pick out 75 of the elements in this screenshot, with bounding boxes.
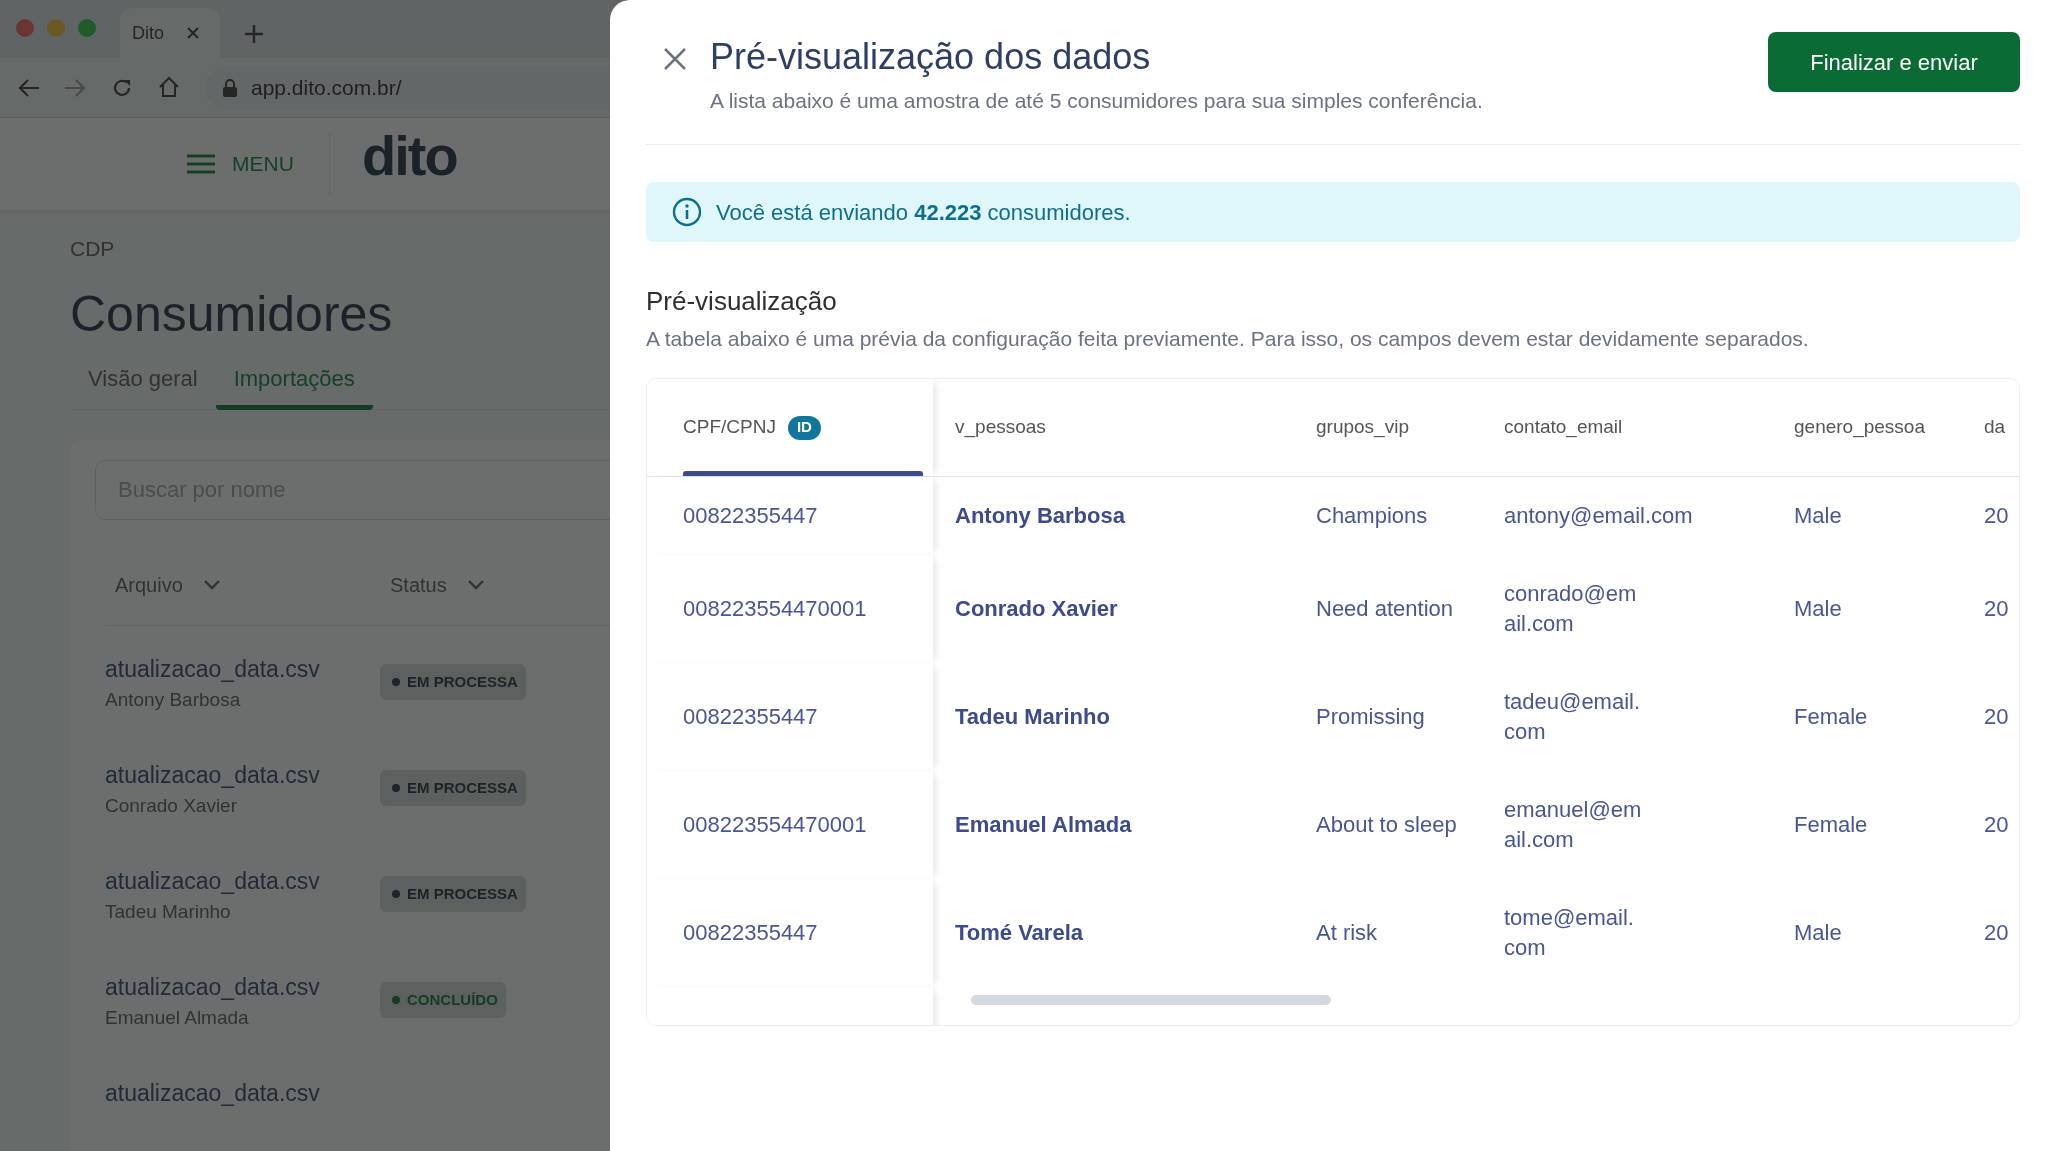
table-cell-text: Promissing <box>1316 703 1425 731</box>
table-cell-text: 00822355447 <box>683 703 818 731</box>
column-header[interactable]: Status <box>390 570 485 600</box>
table-cell-text: tadeu@email. com <box>1504 688 1641 746</box>
close-icon[interactable] <box>186 26 200 40</box>
dito-logo[interactable]: dito <box>362 128 457 184</box>
forward-icon[interactable] <box>64 78 86 98</box>
column-header[interactable]: v_pessoas <box>955 413 1046 442</box>
uploader-name: Conrado Xavier <box>105 794 238 818</box>
info-icon <box>672 197 702 227</box>
table-cell-text: 20 <box>1984 502 2009 530</box>
plus-icon[interactable] <box>244 24 264 44</box>
banner-text: Você está enviando 42.223 consumidores. <box>716 198 1131 227</box>
table-cell-text: 20 <box>1984 919 2009 947</box>
table-cell-text: Female <box>1794 703 1868 731</box>
column-header[interactable]: genero_pessoa <box>1794 413 1925 442</box>
url-text: app.dito.com.br/ <box>251 75 402 102</box>
browser-tab[interactable]: Dito <box>120 8 220 58</box>
back-icon[interactable] <box>18 78 40 98</box>
table-cell-text: Male <box>1794 919 1842 947</box>
table-cell-text: Female <box>1794 811 1868 839</box>
table-cell-text: conrado@em ail.com <box>1504 580 1637 638</box>
drawer-title: Pré-visualização dos dados <box>710 35 1152 79</box>
drawer-subtitle: A lista abaixo é uma amostra de até 5 consumidores para sua simples conferência. <box>710 88 1484 114</box>
file-name[interactable]: atualizacao_data.csv <box>105 1076 320 1111</box>
id-badge: ID <box>787 415 821 440</box>
file-name[interactable]: atualizacao_data.csv <box>105 652 320 687</box>
lock-icon <box>223 79 237 97</box>
menu-icon <box>187 152 215 175</box>
finish-and-send-button[interactable]: Finalizar e enviar <box>1768 32 2020 92</box>
file-name[interactable]: atualizacao_data.csv <box>105 758 320 793</box>
tab-title: Dito <box>132 21 164 45</box>
table-cell-text: About to sleep <box>1316 811 1457 839</box>
table-cell-text: 008223554470001 <box>683 811 867 839</box>
table-cell-text: Male <box>1794 502 1842 530</box>
file-name[interactable]: atualizacao_data.csv <box>105 970 320 1005</box>
table-cell-text: Male <box>1794 595 1842 623</box>
table-cell-text: 20 <box>1984 811 2009 839</box>
table-cell-text: antony@email.com <box>1504 502 1693 530</box>
table-cell-text: Tomé Varela <box>955 919 1083 947</box>
section-title: Pré-visualização <box>646 285 838 318</box>
menu-button[interactable]: MENU <box>187 148 294 180</box>
column-header[interactable]: contato_email <box>1504 413 1623 442</box>
table-cell-text: At risk <box>1316 919 1378 947</box>
table-cell-text: Champions <box>1316 502 1428 530</box>
column-header[interactable]: da <box>1984 413 2006 442</box>
section-description: A tabela abaixo é uma prévia da configuração feita previamente. Para isso, os campos devem estar devidamente separados. <box>646 326 1810 352</box>
table-cell-text: Antony Barbosa <box>955 502 1125 530</box>
column-header[interactable]: CPF/CPNJ <box>683 413 776 442</box>
uploader-name: Antony Barbosa <box>105 688 241 712</box>
table-cell-text: 20 <box>1984 595 2009 623</box>
uploader-name: Tadeu Marinho <box>105 900 231 924</box>
table-cell-text: 008223554470001 <box>683 595 867 623</box>
table-cell-text: 20 <box>1984 703 2009 731</box>
table-cell-text: Emanuel Almada <box>955 811 1132 839</box>
table-cell-text: Conrado Xavier <box>955 595 1118 623</box>
page-title: Consumidores <box>70 285 394 344</box>
close-icon[interactable] <box>663 47 687 71</box>
uploader-name: Emanuel Almada <box>105 1006 249 1030</box>
table-cell-text: tome@email. com <box>1504 904 1634 962</box>
horizontal-scrollbar[interactable] <box>971 995 1331 1005</box>
file-name[interactable]: atualizacao_data.csv <box>105 864 320 899</box>
page-tab[interactable]: Visão geral <box>70 362 216 410</box>
table-cell-text: 00822355447 <box>683 919 818 947</box>
table-cell-text: emanuel@em ail.com <box>1504 796 1642 854</box>
column-header[interactable]: grupos_vip <box>1316 413 1409 442</box>
home-icon[interactable] <box>158 76 180 98</box>
reload-icon[interactable] <box>111 77 133 99</box>
table-cell-text: 00822355447 <box>683 502 818 530</box>
page-tab[interactable]: Importações <box>215 362 373 410</box>
chevron-down-icon <box>202 579 221 591</box>
table-cell-text: Tadeu Marinho <box>955 703 1110 731</box>
table-cell-text: Need atention <box>1316 595 1453 623</box>
chevron-down-icon <box>466 579 485 591</box>
column-header[interactable]: Arquivo <box>115 570 221 600</box>
